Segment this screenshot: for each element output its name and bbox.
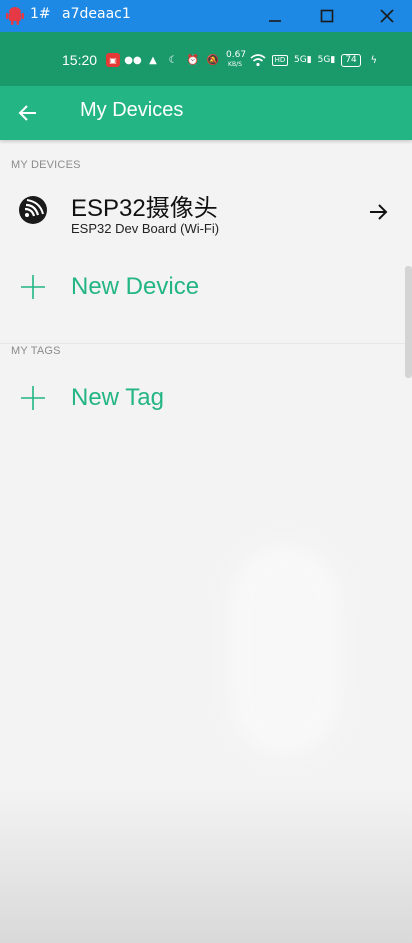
android-status-bar: 15:20 ▣ ●● ▲ ☾ ⏰ 🔕 0.67 KB/S HD 5G▮ 5G▮ …: [0, 32, 412, 86]
plus-icon: [21, 275, 45, 299]
app-notification-icon: ▣: [106, 53, 120, 67]
screen-glare: [230, 545, 340, 755]
device-board: ESP32 Dev Board (Wi-Fi): [71, 221, 220, 236]
page-title: My Devices: [80, 99, 184, 121]
close-icon: [380, 9, 394, 23]
section-label-my-devices: MY DEVICES: [11, 159, 81, 171]
app-bar: My Devices: [0, 86, 412, 140]
close-button[interactable]: [374, 4, 400, 28]
wifi-icon: [250, 53, 266, 66]
emulator-title-bar: 1# a7deaac1: [0, 0, 412, 32]
minimize-icon: [269, 20, 281, 22]
signal-label: 5G: [317, 55, 331, 65]
alarm-icon: ⏰: [186, 54, 200, 66]
hd-icon: HD: [272, 54, 288, 66]
charging-icon: ϟ: [370, 54, 378, 66]
status-icons: ▣ ●● ▲ ☾ ⏰ 🔕 0.67 KB/S HD 5G▮ 5G▮ 74 ϟ: [106, 50, 381, 70]
android-icon: [6, 7, 24, 25]
divider: [0, 343, 412, 344]
status-time: 15:20: [62, 52, 98, 68]
arrow-right-icon[interactable]: [366, 200, 390, 224]
signal-label: 5G: [294, 55, 307, 65]
do-not-disturb-icon: ☾: [168, 54, 178, 66]
new-tag-button[interactable]: New Tag: [0, 370, 412, 426]
signal-icon: 5G▮: [317, 55, 336, 65]
new-device-label: New Device: [71, 273, 200, 300]
network-speed: 0.67 KB/S: [226, 50, 247, 69]
net-speed-unit: KB/S: [228, 61, 242, 68]
espressif-icon: [19, 196, 47, 224]
app-icon: ▲: [149, 54, 157, 66]
maximize-icon: [320, 9, 334, 23]
net-speed-value: 0.67: [226, 50, 247, 60]
screen: 1# a7deaac1 15:20 ▣ ●● ▲ ☾ ⏰ 🔕 0.67 KB/S: [0, 0, 412, 943]
window-index: 1#: [30, 6, 51, 22]
maximize-button[interactable]: [314, 4, 340, 28]
wechat-icon: ●●: [124, 54, 142, 66]
back-arrow-icon[interactable]: [16, 101, 40, 125]
signal-icon: 5G▮: [294, 55, 312, 65]
minimize-button[interactable]: [262, 4, 288, 28]
plus-icon: [21, 386, 45, 410]
window-title: a7deaac1: [62, 6, 131, 22]
bottom-shadow: [0, 790, 412, 943]
section-label-my-tags: MY TAGS: [11, 345, 61, 357]
new-device-button[interactable]: New Device: [0, 258, 412, 314]
mute-icon: 🔕: [206, 54, 220, 66]
scrollbar-thumb[interactable]: [405, 266, 412, 378]
device-name[interactable]: ESP32摄像头: [71, 188, 218, 223]
new-tag-label: New Tag: [71, 384, 164, 411]
battery-icon: 74: [341, 53, 361, 67]
